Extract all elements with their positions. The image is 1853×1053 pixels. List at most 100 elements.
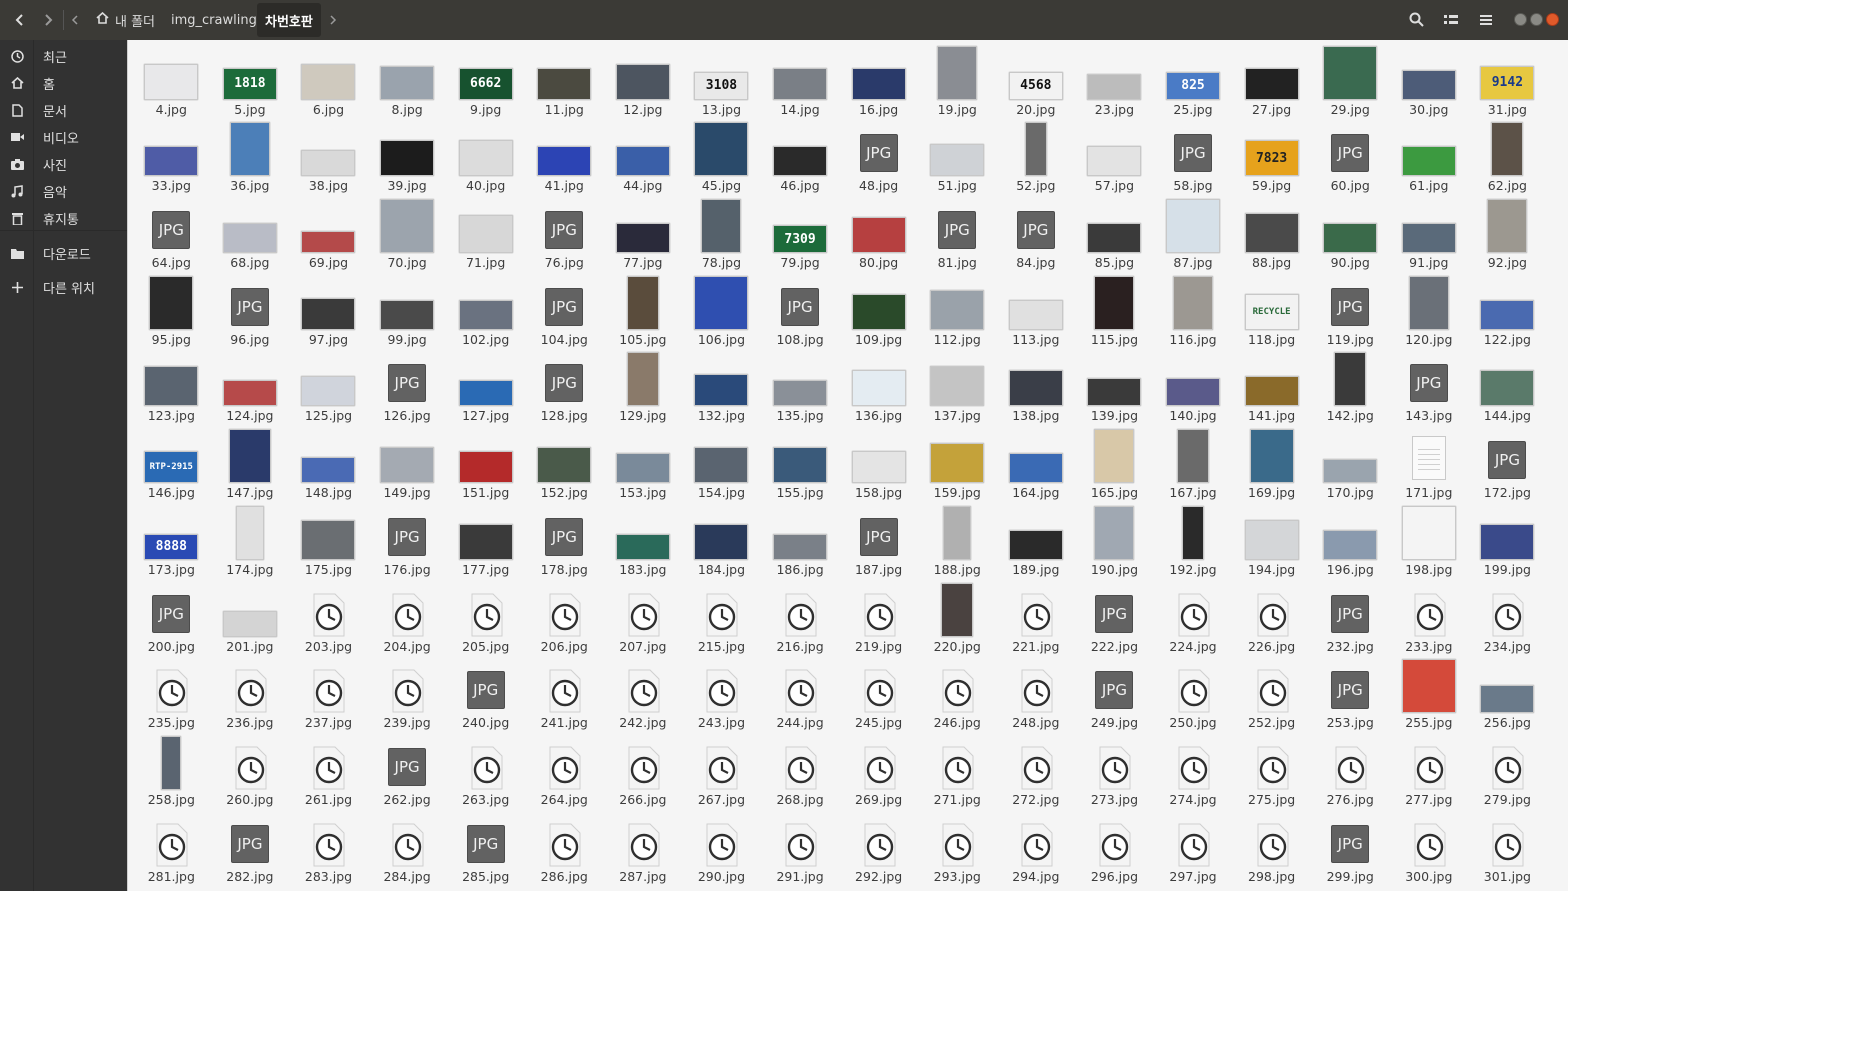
file-item[interactable]: 215.jpg — [682, 581, 761, 658]
file-item[interactable]: 248.jpg — [997, 658, 1076, 735]
file-item[interactable]: 106.jpg — [682, 274, 761, 351]
file-item[interactable]: 183.jpg — [604, 504, 683, 581]
file-item[interactable]: 293.jpg — [918, 811, 997, 888]
file-item[interactable]: 250.jpg — [1154, 658, 1233, 735]
file-item[interactable]: 152.jpg — [525, 427, 604, 504]
file-item[interactable]: 188.jpg — [918, 504, 997, 581]
file-item[interactable]: 177.jpg — [446, 504, 525, 581]
file-item[interactable]: 170.jpg — [1311, 427, 1390, 504]
file-item[interactable]: JPG 81.jpg — [918, 197, 997, 274]
file-item[interactable]: 149.jpg — [368, 427, 447, 504]
path-scroll-right-button[interactable] — [322, 4, 344, 35]
file-item[interactable]: 70.jpg — [368, 197, 447, 274]
file-item[interactable]: 78.jpg — [682, 197, 761, 274]
file-item[interactable]: 300.jpg — [1390, 811, 1469, 888]
file-item[interactable]: 69.jpg — [289, 197, 368, 274]
file-item[interactable]: 129.jpg — [604, 351, 683, 428]
file-item[interactable]: 258.jpg — [132, 734, 211, 811]
file-item[interactable]: 113.jpg — [997, 274, 1076, 351]
file-item[interactable]: 239.jpg — [368, 658, 447, 735]
maximize-button[interactable] — [1530, 13, 1543, 26]
file-item[interactable]: 196.jpg — [1311, 504, 1390, 581]
file-item[interactable]: 40.jpg — [446, 121, 525, 198]
file-item[interactable]: JPG 104.jpg — [525, 274, 604, 351]
file-item[interactable]: 189.jpg — [997, 504, 1076, 581]
file-item[interactable]: 301.jpg — [1468, 811, 1547, 888]
file-item[interactable]: 45.jpg — [682, 121, 761, 198]
file-item[interactable]: 216.jpg — [761, 581, 840, 658]
file-item[interactable]: 261.jpg — [289, 734, 368, 811]
file-item[interactable]: JPG 64.jpg — [132, 197, 211, 274]
file-item[interactable]: 233.jpg — [1390, 581, 1469, 658]
file-item[interactable]: 291.jpg — [761, 811, 840, 888]
file-item[interactable]: 136.jpg — [839, 351, 918, 428]
file-item[interactable]: 154.jpg — [682, 427, 761, 504]
file-item[interactable]: 85.jpg — [1075, 197, 1154, 274]
file-item[interactable]: 105.jpg — [604, 274, 683, 351]
view-toggle-button[interactable] — [1437, 4, 1465, 35]
file-item[interactable]: 116.jpg — [1154, 274, 1233, 351]
file-item[interactable]: 203.jpg — [289, 581, 368, 658]
file-item[interactable]: 268.jpg — [761, 734, 840, 811]
file-item[interactable]: 16.jpg — [839, 44, 918, 121]
file-item[interactable]: JPG 240.jpg — [446, 658, 525, 735]
file-item[interactable]: 112.jpg — [918, 274, 997, 351]
file-item[interactable]: 140.jpg — [1154, 351, 1233, 428]
file-item[interactable]: 283.jpg — [289, 811, 368, 888]
search-button[interactable] — [1402, 4, 1430, 35]
file-item[interactable]: JPG 48.jpg — [839, 121, 918, 198]
file-item[interactable]: 36.jpg — [211, 121, 290, 198]
file-item[interactable]: 290.jpg — [682, 811, 761, 888]
file-item[interactable]: 226.jpg — [1232, 581, 1311, 658]
file-item[interactable]: 224.jpg — [1154, 581, 1233, 658]
file-item[interactable]: 44.jpg — [604, 121, 683, 198]
file-item[interactable]: 12.jpg — [604, 44, 683, 121]
file-item[interactable]: 95.jpg — [132, 274, 211, 351]
file-item[interactable]: 277.jpg — [1390, 734, 1469, 811]
file-item[interactable]: JPG 200.jpg — [132, 581, 211, 658]
file-item[interactable]: 274.jpg — [1154, 734, 1233, 811]
file-item[interactable]: 127.jpg — [446, 351, 525, 428]
file-item[interactable]: 144.jpg — [1468, 351, 1547, 428]
file-item[interactable]: 41.jpg — [525, 121, 604, 198]
file-item[interactable]: 244.jpg — [761, 658, 840, 735]
file-item[interactable]: 204.jpg — [368, 581, 447, 658]
file-item[interactable]: 276.jpg — [1311, 734, 1390, 811]
file-item[interactable]: 241.jpg — [525, 658, 604, 735]
file-item[interactable]: JPG 128.jpg — [525, 351, 604, 428]
file-item[interactable]: 8888 173.jpg — [132, 504, 211, 581]
sidebar-item-music[interactable]: 음악 — [0, 179, 127, 203]
file-item[interactable]: 124.jpg — [211, 351, 290, 428]
file-item[interactable]: 169.jpg — [1232, 427, 1311, 504]
breadcrumb-img-crawling[interactable]: img_crawling — [163, 3, 265, 37]
file-item[interactable]: 9142 31.jpg — [1468, 44, 1547, 121]
file-item[interactable]: 198.jpg — [1390, 504, 1469, 581]
file-item[interactable]: 147.jpg — [211, 427, 290, 504]
path-scroll-left-button[interactable] — [64, 4, 86, 35]
file-item[interactable]: 91.jpg — [1390, 197, 1469, 274]
file-item[interactable]: 242.jpg — [604, 658, 683, 735]
file-item[interactable]: 125.jpg — [289, 351, 368, 428]
menu-button[interactable] — [1472, 4, 1500, 35]
file-item[interactable]: 90.jpg — [1311, 197, 1390, 274]
file-item[interactable]: 4568 20.jpg — [997, 44, 1076, 121]
file-item[interactable]: 135.jpg — [761, 351, 840, 428]
file-item[interactable]: 87.jpg — [1154, 197, 1233, 274]
sidebar-item-recent[interactable]: 최근 — [0, 44, 127, 68]
file-item[interactable]: JPG 108.jpg — [761, 274, 840, 351]
sidebar-item-pictures[interactable]: 사진 — [0, 152, 127, 176]
file-item[interactable]: 68.jpg — [211, 197, 290, 274]
file-item[interactable]: 122.jpg — [1468, 274, 1547, 351]
file-item[interactable]: 29.jpg — [1311, 44, 1390, 121]
file-item[interactable]: JPG 143.jpg — [1390, 351, 1469, 428]
sidebar-item-documents[interactable]: 문서 — [0, 98, 127, 122]
file-item[interactable]: 252.jpg — [1232, 658, 1311, 735]
file-item[interactable]: 77.jpg — [604, 197, 683, 274]
file-item[interactable]: 167.jpg — [1154, 427, 1233, 504]
file-item[interactable]: 102.jpg — [446, 274, 525, 351]
file-item[interactable]: JPG 249.jpg — [1075, 658, 1154, 735]
file-item[interactable]: 287.jpg — [604, 811, 683, 888]
file-item[interactable]: 194.jpg — [1232, 504, 1311, 581]
file-item[interactable]: 27.jpg — [1232, 44, 1311, 121]
file-item[interactable]: 7823 59.jpg — [1232, 121, 1311, 198]
